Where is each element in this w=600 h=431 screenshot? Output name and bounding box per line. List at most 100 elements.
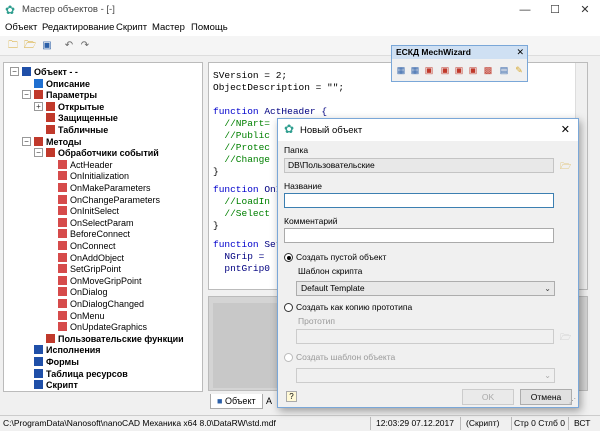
browse-folder-icon[interactable]: 🗁: [560, 161, 571, 171]
tree-item-label: OnSelectParam: [70, 217, 134, 228]
undo-icon[interactable]: ↶: [62, 39, 76, 52]
wizard-tool-2-icon[interactable]: ▦: [409, 64, 421, 76]
wizard-tool-1-icon[interactable]: ▦: [395, 64, 407, 76]
wizard-tool-6-icon[interactable]: ▣: [467, 64, 479, 76]
status-insert-mode: ВСТ: [574, 418, 591, 428]
code-line: //Change: [213, 154, 271, 165]
tree-item[interactable]: OnInitialization: [58, 170, 129, 182]
tree-node-icon: [58, 229, 67, 239]
tree-node-icon: [22, 67, 31, 76]
tree-item[interactable]: OnDialog: [58, 286, 108, 298]
create-copy-label[interactable]: Создать как копию прототипа: [296, 302, 412, 312]
tree-item[interactable]: BeforeConnect: [58, 228, 130, 240]
tree-item[interactable]: Обработчики событий: [46, 147, 159, 159]
tree-item[interactable]: Табличные: [46, 124, 108, 136]
tab-second[interactable]: А: [260, 394, 278, 409]
ok-button: OK: [462, 389, 514, 405]
new-file-icon[interactable]: 🗀: [6, 39, 20, 52]
tree-expander-icon[interactable]: +: [34, 101, 43, 111]
save-icon[interactable]: ▣: [40, 39, 54, 52]
status-divider: [568, 417, 569, 430]
create-copy-radio[interactable]: [284, 303, 293, 312]
tree-expander-icon[interactable]: −: [10, 67, 19, 76]
tree-item[interactable]: Таблица ресурсов: [34, 368, 128, 380]
tree-item-label: Пользовательские функции: [58, 333, 184, 344]
tree-item[interactable]: ActHeader: [58, 159, 113, 171]
tree-item[interactable]: Методы: [34, 136, 81, 148]
tree-item-label: Открытые: [58, 101, 105, 112]
tree-item[interactable]: OnChangeParameters: [58, 194, 160, 206]
tree-item-label: SetGripPoint: [70, 264, 122, 275]
menu-edit[interactable]: Редактирование: [42, 22, 114, 33]
tree-item[interactable]: OnMoveGripPoint: [58, 275, 142, 287]
redo-icon[interactable]: ↷: [78, 39, 92, 52]
maximize-button[interactable]: ☐: [540, 0, 570, 20]
tree-item-label: Описание: [46, 78, 91, 89]
tree-item-label: Таблица ресурсов: [46, 368, 128, 379]
tree-expander-icon[interactable]: −: [22, 90, 31, 100]
object-tree[interactable]: − Объект - - Описание − Параметры + Открытые За…: [3, 62, 203, 392]
cancel-button[interactable]: Отмена: [520, 389, 572, 405]
mechwizard-toolbar[interactable]: ЕСКД MechWizard ✕ ▦ ▦ ▣ ▣ ▣ ▣ ▩ ▤ ✎: [391, 45, 528, 82]
tree-item[interactable]: Описание: [34, 78, 90, 90]
tree-item[interactable]: Открытые: [46, 101, 104, 113]
script-template-select[interactable]: Default Template ⌄: [296, 281, 555, 296]
create-empty-label[interactable]: Создать пустой объект: [296, 252, 386, 262]
create-empty-radio[interactable]: [284, 253, 293, 262]
tree-node-icon: [58, 264, 67, 274]
open-folder-icon[interactable]: 🗁: [23, 39, 37, 52]
wizard-tool-4-icon[interactable]: ▣: [439, 64, 451, 76]
tree-item[interactable]: SetGripPoint: [58, 263, 121, 275]
tree-expander-icon[interactable]: −: [22, 136, 31, 146]
tree-item[interactable]: Скрипт: [34, 379, 78, 391]
tree-expander-icon[interactable]: −: [34, 148, 43, 158]
tree-item[interactable]: OnInitSelect: [58, 205, 119, 217]
tree-node-icon: [58, 322, 67, 332]
tree-item[interactable]: OnConnect: [58, 240, 116, 252]
tree-item-label: OnMakeParameters: [70, 183, 151, 193]
tree-item[interactable]: Формы: [34, 356, 79, 368]
wizard-tool-9-icon[interactable]: ✎: [513, 64, 525, 76]
close-button[interactable]: ✕: [570, 0, 600, 20]
tree-item-label: OnAddObject: [70, 252, 125, 263]
tree-item[interactable]: OnSelectParam: [58, 217, 134, 229]
tree-item[interactable]: Пользовательские функции: [46, 333, 184, 345]
menu-script[interactable]: Скрипт: [116, 22, 147, 33]
tree-node-icon: [34, 345, 43, 355]
wizard-tool-5-icon[interactable]: ▣: [453, 64, 465, 76]
wizard-tool-8-icon[interactable]: ▤: [498, 64, 510, 76]
status-divider: [460, 417, 461, 430]
tree-item[interactable]: OnMenu: [58, 310, 105, 322]
dialog-close-button[interactable]: ✕: [561, 123, 570, 136]
minimize-button[interactable]: —: [510, 0, 540, 20]
tree-item-label: Защищенные: [58, 113, 118, 124]
tree-item[interactable]: Защищенные: [46, 112, 118, 124]
tree-item[interactable]: OnAddObject: [58, 252, 124, 264]
resize-grip-icon[interactable]: ⋰: [569, 397, 576, 405]
name-field[interactable]: [284, 193, 554, 208]
tree-item[interactable]: OnDialogChanged: [58, 298, 144, 310]
tree-item[interactable]: Исполнения: [34, 344, 101, 356]
help-icon[interactable]: ?: [286, 391, 297, 402]
tree-item[interactable]: OnMakeParameters: [58, 182, 151, 194]
mechwizard-close-button[interactable]: ✕: [516, 46, 524, 59]
tree-item[interactable]: Объект - -: [22, 66, 78, 78]
tree-item[interactable]: OnUpdateGraphics: [58, 321, 147, 333]
tree-node-icon: [46, 125, 55, 134]
tree-node-icon: [58, 252, 67, 262]
tab-object[interactable]: ■ Объект: [210, 394, 263, 409]
code-line: //LoadIn: [213, 196, 271, 207]
menu-object[interactable]: Объект: [5, 22, 37, 33]
name-label: Название: [284, 181, 322, 191]
tree-item-label: Параметры: [46, 90, 98, 101]
tree-item[interactable]: Параметры: [34, 89, 97, 101]
tree-item-label: OnDialogChanged: [70, 299, 145, 309]
status-bar: C:\ProgramData\Nanosoft\nanoCAD Механика…: [0, 415, 600, 431]
menu-help[interactable]: Помощь: [191, 22, 228, 33]
chevron-down-icon: ⌄: [544, 284, 551, 293]
menu-wizard[interactable]: Мастер: [152, 22, 185, 33]
comment-field[interactable]: [284, 228, 554, 243]
comment-label: Комментарий: [284, 216, 338, 226]
wizard-grid-icon[interactable]: ▩: [482, 64, 494, 76]
wizard-tool-3-icon[interactable]: ▣: [423, 64, 435, 76]
